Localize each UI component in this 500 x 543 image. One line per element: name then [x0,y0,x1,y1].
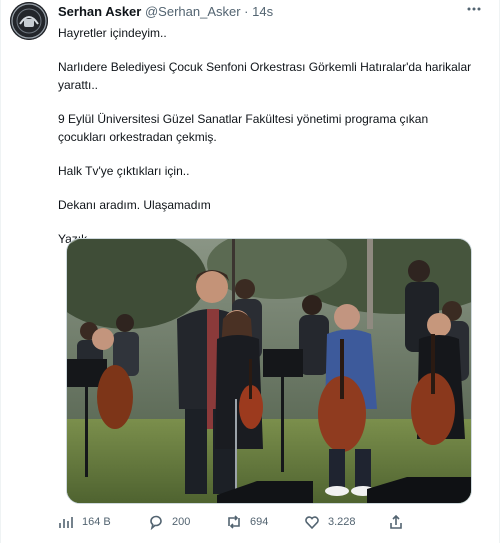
like-button[interactable]: 3.228 [304,512,356,532]
reply-icon [150,515,162,530]
reply-count: 200 [172,516,191,528]
tweet-timestamp[interactable]: 14s [252,4,273,19]
retweet-button[interactable]: 694 [226,512,268,532]
tweet-card[interactable]: Serhan Asker @Serhan_Asker · 14s Hayretl… [8,0,492,543]
tweet-header: Serhan Asker @Serhan_Asker · 14s [58,3,492,21]
like-icon [305,516,319,530]
views-button[interactable]: 164 B [58,512,111,532]
views-icon [59,517,73,528]
retweet-count: 694 [250,516,269,528]
left-border [0,0,1,543]
more-icon[interactable] [464,0,484,20]
tweet-photo[interactable] [66,238,472,504]
share-button[interactable] [388,512,404,532]
separator-dot: · [244,4,249,19]
author-name[interactable]: Serhan Asker [58,4,141,19]
avatar[interactable] [10,2,48,40]
tweet-paragraph: Hayretler içindeyim.. [58,26,167,40]
tweet-paragraph: Narlıdere Belediyesi Çocuk Senfoni Orkes… [58,60,472,92]
like-count: 3.228 [328,516,356,528]
retweet-icon [228,515,240,529]
tweet-action-bar: 164 B 200 694 3.228 [58,512,488,532]
tweet-paragraph: Halk Tv'ye çıktıkları için.. [58,164,190,178]
tweet-text: Hayretler içindeyim.. Narlıdere Belediye… [58,24,478,264]
tweet-paragraph: 9 Eylül Üniversitesi Güzel Sanatlar Fakü… [58,112,429,144]
views-count: 164 B [82,516,111,528]
reply-button[interactable]: 200 [148,512,190,532]
share-icon [390,514,402,529]
author-handle[interactable]: @Serhan_Asker [145,4,241,19]
tweet-paragraph: Dekanı aradım. Ulaşamadım [58,198,211,212]
